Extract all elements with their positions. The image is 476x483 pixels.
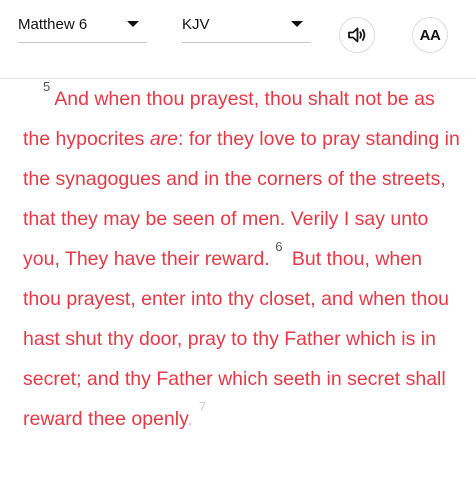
book-chapter-dropdown[interactable]: Matthew 6	[18, 8, 147, 43]
verse-text: But thou, when thou prayest, enter into …	[23, 248, 450, 430]
passage-text: 5And when thou prayest, thou shalt not b…	[23, 79, 463, 439]
bible-reader-screen: Matthew 6 KJV AA 5And when thou prayest,…	[0, 0, 476, 483]
verse-text-italic: are	[149, 128, 179, 150]
version-dropdown[interactable]: KJV	[182, 8, 311, 43]
font-size-button[interactable]: AA	[412, 17, 448, 53]
book-chapter-label: Matthew 6	[18, 16, 88, 33]
verse-number: 5	[43, 79, 51, 94]
verse-number: 6	[275, 239, 283, 254]
audio-button[interactable]	[339, 17, 375, 53]
passage-paragraph: 5And when thou prayest, thou shalt not b…	[23, 79, 463, 439]
reader-header: Matthew 6 KJV AA	[0, 0, 476, 79]
verse-text-faded: .	[187, 408, 193, 430]
speaker-icon	[348, 27, 366, 43]
version-label: KJV	[182, 16, 210, 33]
chevron-down-icon	[291, 21, 303, 27]
font-size-label: AA	[419, 26, 441, 44]
chevron-down-icon	[127, 21, 139, 27]
verse-number: 7	[198, 399, 207, 414]
